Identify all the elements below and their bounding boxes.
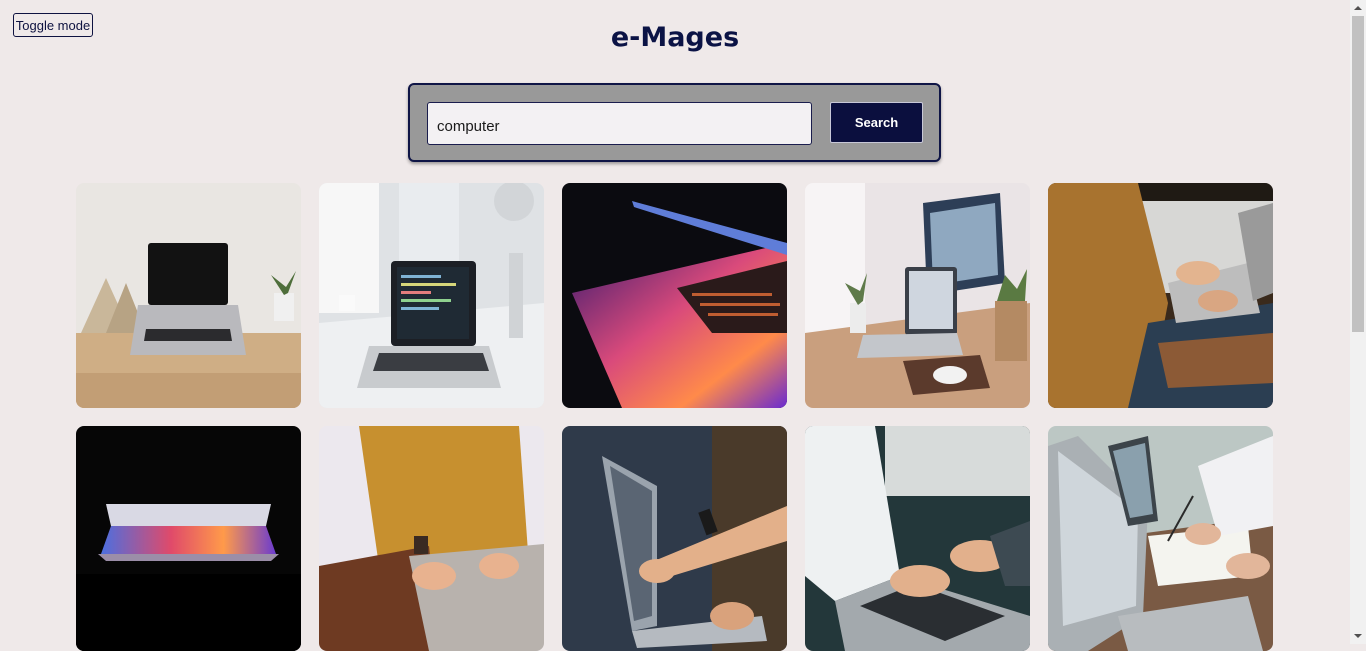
person-typing-on-laptop-icon: [1048, 183, 1273, 408]
hands-on-laptop-yellow-sweater-icon: [319, 426, 544, 651]
search-button[interactable]: Search: [830, 102, 923, 143]
laptop-glowing-in-dark-icon: [76, 426, 301, 651]
glowing-laptop-keyboard-icon: [562, 183, 787, 408]
scroll-up-icon[interactable]: [1354, 6, 1362, 10]
image-result[interactable]: [805, 183, 1030, 408]
image-result[interactable]: [1048, 183, 1273, 408]
search-panel: Search: [408, 83, 941, 162]
desk-with-laptop-and-monitor-icon: [805, 183, 1030, 408]
hands-typing-laptop-icon: [805, 426, 1030, 651]
laptop-on-wooden-desk-icon: [76, 183, 301, 408]
image-result[interactable]: [1048, 426, 1273, 651]
image-result[interactable]: [562, 426, 787, 651]
image-result[interactable]: [319, 426, 544, 651]
laptop-with-notes-and-pen-icon: [1048, 426, 1273, 651]
app-title: e-Mages: [610, 22, 740, 53]
image-grid: [76, 183, 1273, 651]
search-input[interactable]: [427, 102, 812, 145]
laptop-with-code-on-white-desk-icon: [319, 183, 544, 408]
image-result[interactable]: [805, 426, 1030, 651]
pointing-at-laptop-screen-icon: [562, 426, 787, 651]
scroll-down-icon[interactable]: [1354, 634, 1362, 638]
image-result[interactable]: [76, 183, 301, 408]
page-scrollbar[interactable]: [1350, 0, 1366, 644]
image-result[interactable]: [319, 183, 544, 408]
image-result[interactable]: [76, 426, 301, 651]
image-result[interactable]: [562, 183, 787, 408]
scrollbar-thumb[interactable]: [1352, 16, 1364, 332]
